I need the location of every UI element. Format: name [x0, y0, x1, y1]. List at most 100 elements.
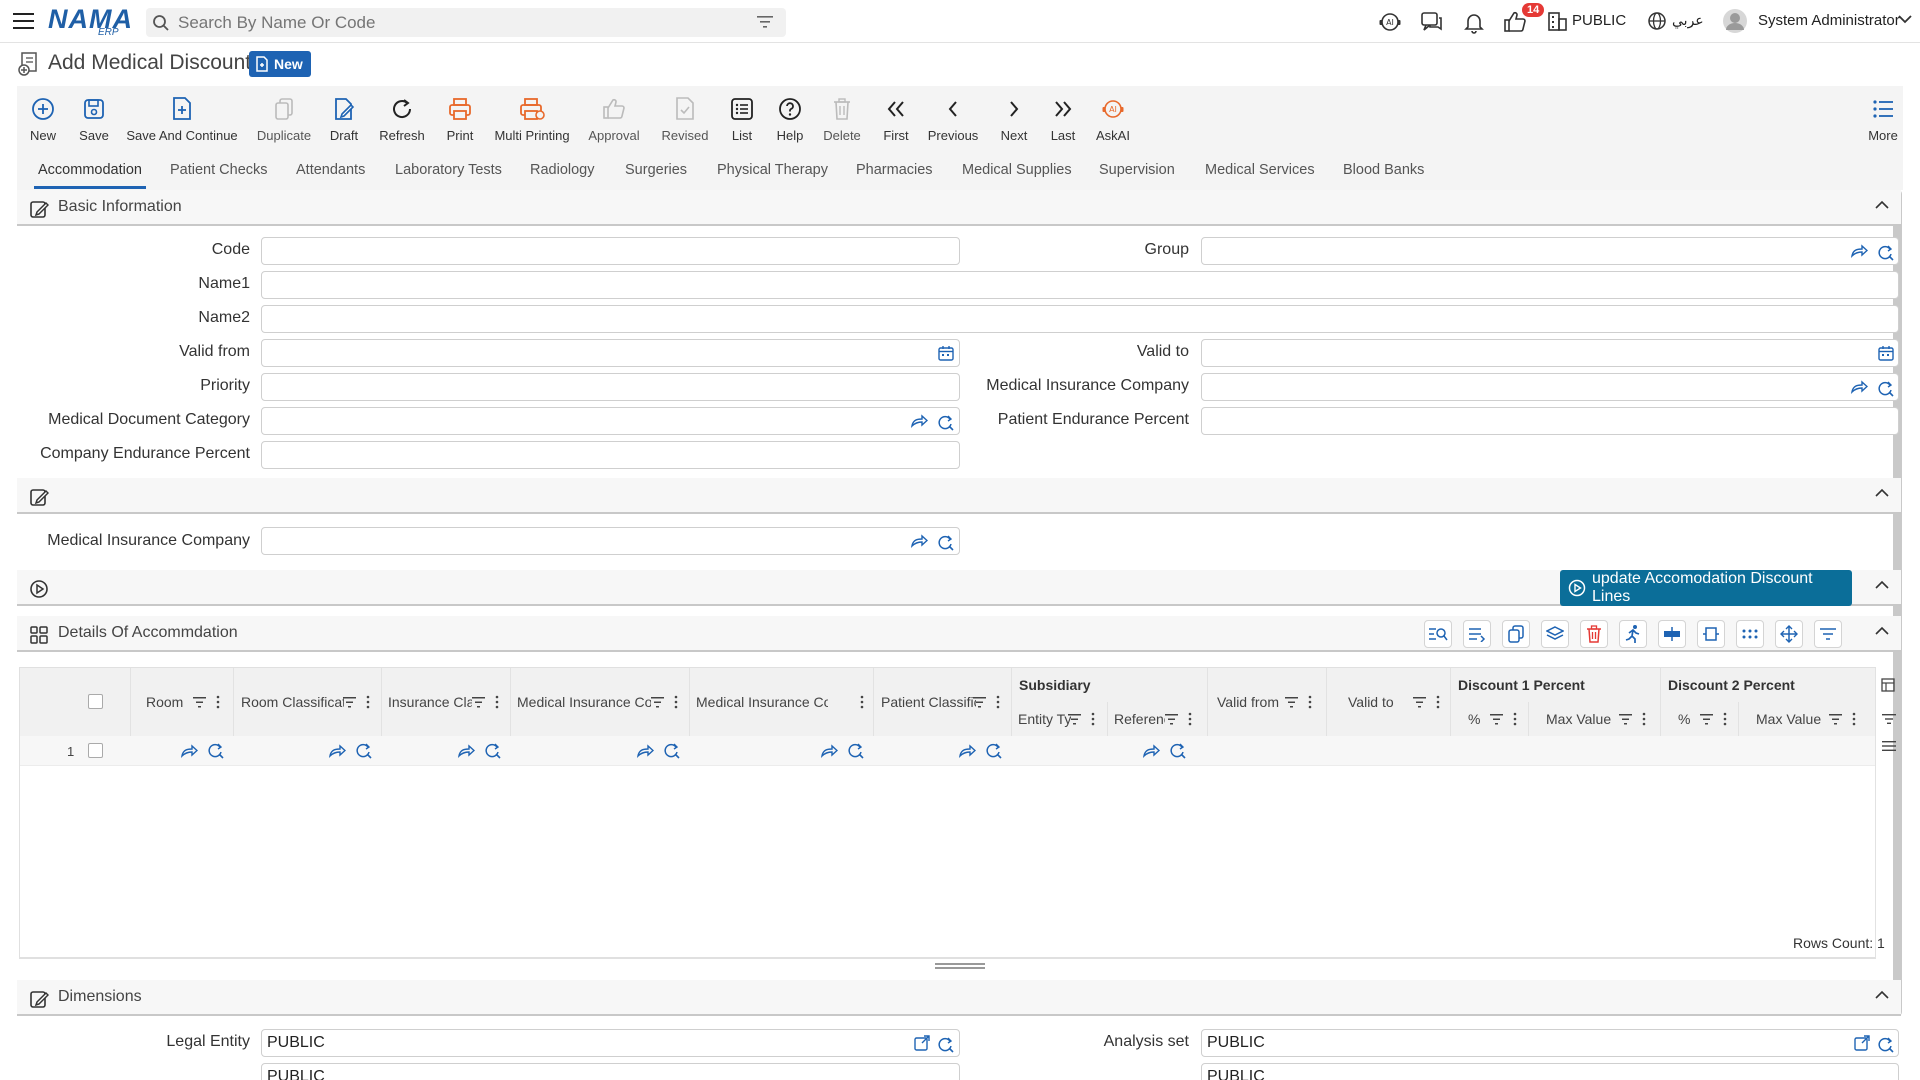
column-menu-icon[interactable] — [996, 695, 1000, 709]
insurance-section-header[interactable] — [17, 478, 1901, 514]
column-menu-icon[interactable] — [1091, 712, 1095, 726]
chevron-up-icon[interactable] — [1875, 200, 1889, 210]
print-button[interactable]: Print — [444, 86, 476, 152]
filter-icon[interactable] — [651, 697, 664, 708]
chevron-up-icon[interactable] — [1875, 626, 1889, 636]
open-link-icon[interactable] — [820, 744, 838, 758]
company-endurance-percent-field[interactable] — [261, 441, 960, 469]
table-row[interactable]: 1 — [20, 736, 1875, 766]
valid-from-field[interactable] — [261, 339, 960, 367]
side-filter-icon[interactable] — [1882, 713, 1896, 725]
search-lookup-icon[interactable] — [1169, 742, 1187, 760]
column-menu-icon[interactable] — [495, 695, 499, 709]
column-menu-icon[interactable] — [1723, 712, 1727, 726]
column-menu-icon[interactable] — [1436, 695, 1440, 709]
dimensions-section-header[interactable]: Dimensions — [17, 980, 1901, 1016]
search-lookup-icon[interactable] — [937, 414, 955, 432]
tab-blood-banks[interactable]: Blood Banks — [1343, 162, 1424, 178]
search-lookup-icon[interactable] — [937, 534, 955, 552]
search-lookup-icon[interactable] — [937, 1036, 955, 1054]
search-lookup-icon[interactable] — [1877, 1036, 1895, 1054]
globe-icon[interactable] — [1646, 10, 1670, 34]
col-room-classification[interactable]: Room Classification — [241, 694, 344, 710]
new-button[interactable]: New — [25, 86, 61, 152]
refresh-button[interactable]: Refresh — [379, 86, 425, 152]
basic-information-header[interactable]: Basic Information — [17, 190, 1901, 226]
column-menu-icon[interactable] — [674, 695, 678, 709]
filter-icon[interactable] — [1413, 697, 1426, 708]
copy-icon[interactable] — [1502, 620, 1530, 648]
filter-icon[interactable] — [1700, 714, 1713, 725]
tab-medical-services[interactable]: Medical Services — [1205, 162, 1315, 178]
open-link-icon[interactable] — [636, 744, 654, 758]
move-icon[interactable] — [1775, 620, 1803, 648]
column-menu-icon[interactable] — [216, 695, 220, 709]
filter-icon[interactable] — [472, 697, 485, 708]
col-valid-from[interactable]: Valid from — [1217, 694, 1287, 710]
askai-button[interactable]: AI AskAI — [1093, 86, 1133, 152]
list-button[interactable]: List — [729, 86, 755, 152]
revised-button[interactable]: Revised — [660, 86, 710, 152]
filter-icon[interactable] — [1165, 714, 1178, 725]
column-menu-icon[interactable] — [366, 695, 370, 709]
column-menu-icon[interactable] — [1852, 712, 1856, 726]
chevron-up-icon[interactable] — [1875, 488, 1889, 498]
search-lookup-icon[interactable] — [207, 742, 225, 760]
external-link-icon[interactable] — [1854, 1035, 1870, 1051]
col-discount1-max-value[interactable]: Max Value — [1546, 711, 1611, 727]
search-lookup-icon[interactable] — [1877, 380, 1895, 398]
col-patient-classification[interactable]: Patient Classification — [881, 694, 976, 710]
filter-icon[interactable] — [1285, 697, 1298, 708]
patient-endurance-percent-field[interactable] — [1201, 407, 1899, 435]
legal-entity-field[interactable]: PUBLIC — [261, 1029, 960, 1057]
tab-surgeries[interactable]: Surgeries — [625, 162, 687, 178]
col-discount1-percent[interactable]: % — [1468, 711, 1480, 727]
filter-icon[interactable] — [343, 697, 356, 708]
calendar-icon[interactable] — [938, 345, 954, 361]
open-link-icon[interactable] — [180, 744, 198, 758]
tab-physical-therapy[interactable]: Physical Therapy — [717, 162, 828, 178]
col-discount2-max-value[interactable]: Max Value — [1756, 711, 1821, 727]
calendar-icon[interactable] — [1878, 345, 1894, 361]
open-link-icon[interactable] — [910, 534, 928, 548]
fit-columns-icon[interactable] — [1697, 620, 1725, 648]
open-link-icon[interactable] — [1850, 244, 1868, 258]
first-button[interactable]: First — [881, 86, 911, 152]
menu-icon[interactable] — [12, 11, 36, 31]
search-lookup-icon[interactable] — [663, 742, 681, 760]
medical-insurance-company-field[interactable] — [261, 527, 960, 555]
column-menu-icon[interactable] — [1642, 712, 1646, 726]
draft-button[interactable]: Draft — [328, 86, 360, 152]
column-menu-icon[interactable] — [860, 695, 864, 709]
select-all-checkbox[interactable] — [88, 694, 103, 709]
tab-pharmacies[interactable]: Pharmacies — [856, 162, 933, 178]
col-entity-type[interactable]: Entity Type — [1018, 711, 1071, 727]
col-reference[interactable]: Reference — [1114, 711, 1165, 727]
filter-icon[interactable] — [1068, 714, 1081, 725]
name2-field[interactable] — [261, 305, 1899, 333]
tab-attendants[interactable]: Attendants — [296, 162, 365, 178]
filter-icon[interactable] — [973, 697, 986, 708]
previous-button[interactable]: Previous — [928, 86, 978, 152]
insert-row-icon[interactable] — [1463, 620, 1491, 648]
search-lookup-icon[interactable] — [847, 742, 865, 760]
resize-handle[interactable] — [935, 963, 985, 969]
ai-assistant-icon[interactable]: AI — [1378, 10, 1402, 34]
side-panel-menu-icon[interactable] — [1882, 740, 1896, 752]
priority-field[interactable] — [261, 373, 960, 401]
col-medical-insurance-company[interactable]: Medical Insurance Company — [517, 694, 651, 710]
medical-insurance-company-field[interactable] — [1201, 373, 1899, 401]
chevron-up-icon[interactable] — [1875, 990, 1889, 1000]
update-accommodation-discount-lines-button[interactable]: update Accomodation Discount Lines — [1560, 570, 1852, 606]
user-avatar-icon[interactable] — [1722, 8, 1747, 33]
language-toggle[interactable]: عربي — [1672, 12, 1704, 29]
tab-radiology[interactable]: Radiology — [530, 162, 595, 178]
filter-lines-icon[interactable] — [1814, 620, 1842, 648]
name1-field[interactable] — [261, 271, 1899, 299]
col-medical-insurance-contract[interactable]: Medical Insurance Contract — [696, 694, 828, 710]
branch-field[interactable]: PUBLIC — [261, 1063, 960, 1080]
col-insurance-class[interactable]: Insurance Class — [388, 694, 472, 710]
group-field[interactable] — [1201, 237, 1899, 265]
col-discount2-percent[interactable]: % — [1678, 711, 1690, 727]
analysis-set-field[interactable]: PUBLIC — [1201, 1029, 1899, 1057]
